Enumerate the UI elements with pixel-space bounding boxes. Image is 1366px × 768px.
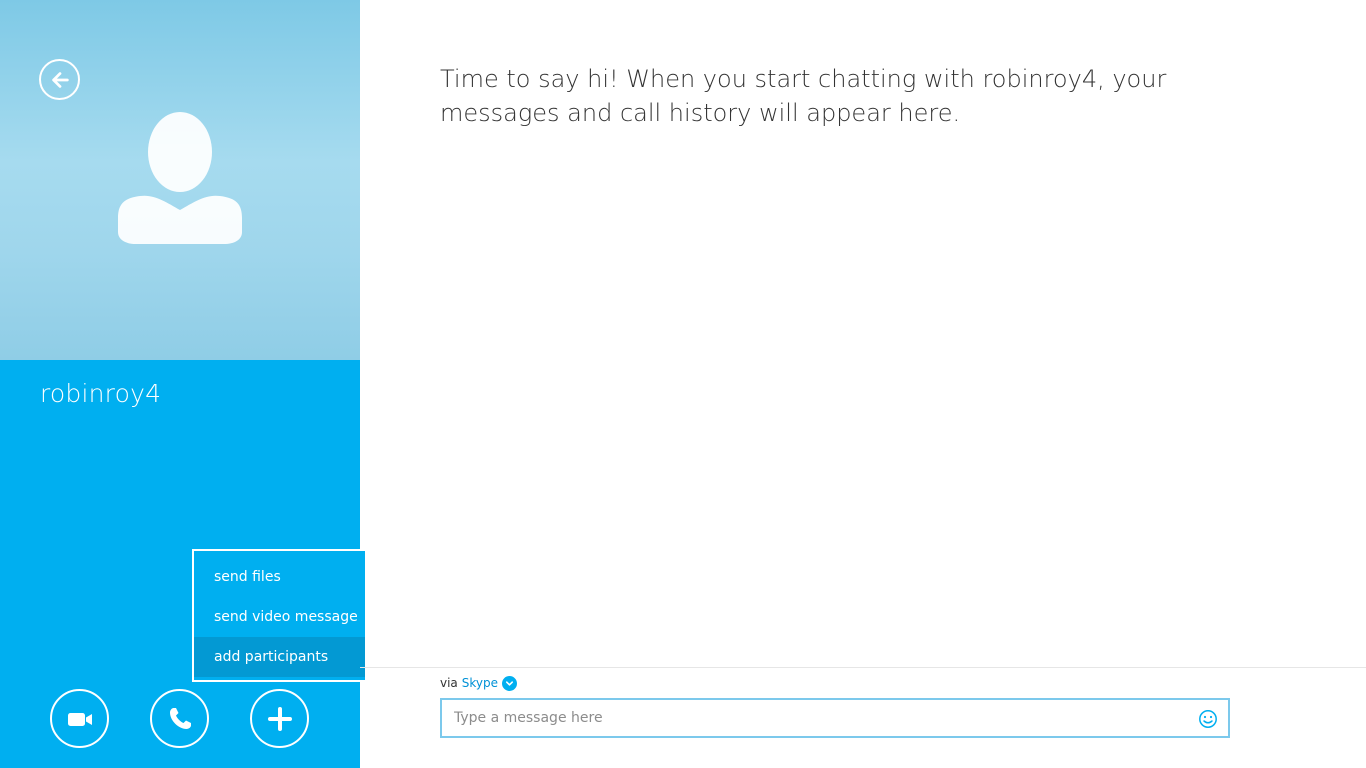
back-button[interactable] — [39, 59, 80, 100]
add-menu-popup: send files send video message add partic… — [192, 549, 367, 682]
video-camera-icon — [67, 712, 92, 726]
chat-intro-text: Time to say hi! When you start chatting … — [440, 65, 1167, 127]
back-arrow-icon — [51, 71, 69, 88]
menu-item-send-files[interactable]: send files — [194, 557, 365, 597]
plus-icon — [267, 706, 292, 731]
via-label: via — [440, 676, 458, 690]
message-box — [440, 698, 1230, 738]
smiley-icon[interactable] — [1198, 709, 1218, 729]
message-input[interactable] — [454, 700, 1194, 736]
phone-icon — [169, 707, 191, 729]
chevron-down-icon — [506, 680, 514, 686]
via-service-link[interactable]: Skype — [462, 676, 498, 690]
add-button[interactable] — [250, 689, 309, 748]
menu-item-send-video-message[interactable]: send video message — [194, 597, 365, 637]
avatar-area — [0, 0, 360, 360]
menu-item-add-participants[interactable]: add participants — [194, 637, 365, 677]
video-call-button[interactable] — [50, 689, 109, 748]
person-silhouette-icon — [118, 112, 242, 244]
via-selector: via Skype — [440, 675, 518, 691]
voice-call-button[interactable] — [150, 689, 209, 748]
contact-name: robinroy4 — [40, 379, 162, 408]
compose-divider — [360, 667, 1366, 668]
via-dropdown-button[interactable] — [502, 675, 518, 691]
